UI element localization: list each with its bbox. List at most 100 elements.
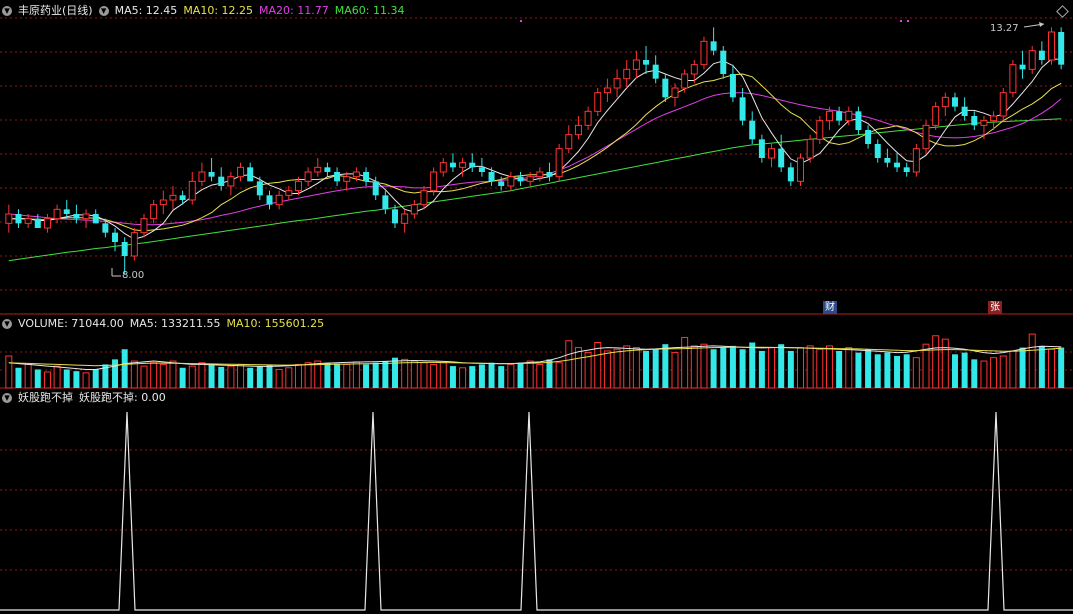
candle-body [334, 172, 341, 182]
candle-body [932, 106, 940, 126]
chevron-down-icon[interactable]: ▾ [98, 5, 109, 16]
chevron-down-icon[interactable]: ▾ [2, 318, 12, 329]
volume-bar [816, 348, 824, 389]
volume-bar [159, 363, 167, 389]
candle-body [836, 111, 843, 121]
candle-body [961, 106, 968, 116]
candle-body [720, 50, 727, 74]
candle-body [488, 172, 495, 182]
chevron-down-icon[interactable]: ▾ [2, 5, 12, 16]
volume-ma10-polyline [8, 346, 1062, 367]
candle-body [198, 171, 206, 182]
volume-bar [169, 360, 177, 389]
volume-bar [768, 347, 776, 389]
volume-bar [749, 342, 756, 388]
volume-bar [584, 352, 592, 389]
annotation-marks [111, 20, 1045, 277]
high-marker-arrow [1039, 22, 1044, 27]
volume-bar [498, 366, 505, 388]
candle-body [1028, 50, 1036, 70]
volume-bar [420, 362, 428, 389]
ma5-legend: MA5: 12.45 [114, 4, 178, 17]
volume-bar [1028, 333, 1036, 389]
volume-bar [797, 347, 804, 389]
volume-bar [275, 368, 283, 389]
volume-bar [5, 355, 13, 389]
candle-body [652, 64, 659, 79]
candle-body [314, 166, 322, 173]
candle-body [816, 120, 824, 140]
candle-body [555, 148, 563, 178]
volume-bar [507, 363, 515, 389]
candle-body [903, 167, 910, 172]
volume-bar [565, 340, 573, 389]
volume-bar [729, 345, 736, 388]
kline-chart [0, 17, 1073, 611]
candle-body [430, 171, 438, 192]
finance-badge[interactable]: 财 [823, 301, 837, 314]
candle-body [169, 194, 177, 201]
volume-bar [352, 361, 360, 389]
volume-bar [574, 347, 582, 389]
candle-body [449, 162, 456, 168]
volume-bar [961, 352, 968, 388]
volume-bar [130, 360, 138, 389]
volume-bar [865, 349, 872, 388]
volume-bar [334, 363, 341, 388]
candle-body [247, 167, 254, 182]
candle-body [999, 92, 1007, 117]
volume-bar [237, 363, 245, 389]
candle-body [439, 162, 447, 173]
candle-body [855, 111, 862, 130]
stock-period: (日线) [62, 4, 93, 17]
volume-bar [324, 362, 331, 388]
low-price-label: 8.00 [122, 270, 145, 281]
volume-bar [140, 365, 148, 389]
candle-body [536, 171, 544, 178]
candle-body [73, 214, 80, 219]
volume-bar [382, 361, 389, 388]
candle-body [1009, 64, 1017, 94]
candle-body [102, 223, 109, 233]
candle-body [82, 213, 90, 220]
volume-bar [1009, 350, 1017, 389]
candle-body [372, 181, 379, 196]
candle-body [469, 162, 476, 168]
candle-body [459, 162, 467, 168]
volume-bar [304, 362, 312, 389]
volume-bar [34, 369, 41, 388]
volume-bar [526, 360, 534, 389]
volume-bar [343, 363, 351, 389]
volume-bar [73, 371, 80, 388]
chevron-down-icon[interactable]: ▾ [2, 392, 12, 403]
volume-bar [449, 366, 456, 388]
candle-body [382, 195, 389, 210]
indicator-spike-path [0, 411, 1073, 611]
volume-bar [652, 349, 659, 388]
candle-body [546, 172, 553, 177]
volume-bar [208, 364, 215, 388]
volume-bar [951, 354, 958, 388]
candle-body [971, 116, 978, 126]
candles [5, 27, 1065, 275]
volume-bar [15, 367, 22, 388]
candle-body [343, 176, 351, 182]
volume-bar [894, 355, 901, 388]
rise-badge[interactable]: 张 [988, 301, 1002, 314]
volume-bar [517, 362, 524, 388]
ma60-legend: MA60: 11.34 [334, 4, 405, 17]
volume-bar [285, 367, 293, 389]
volume-legend: ▾ VOLUME: 71044.00 MA5: 133211.55 MA10: … [2, 317, 324, 331]
candle-body [218, 176, 225, 186]
candle-body [778, 148, 785, 168]
candle-body [584, 110, 592, 126]
volume-value: VOLUME: 71044.00 [18, 317, 124, 330]
volume-bar [92, 369, 99, 388]
candle-body [24, 218, 32, 224]
volume-bar [63, 369, 70, 388]
ma10-line [8, 73, 1062, 232]
candle-body [951, 97, 958, 107]
volume-bar [536, 363, 544, 389]
volume-bar [150, 362, 158, 389]
candle-body [507, 176, 515, 187]
